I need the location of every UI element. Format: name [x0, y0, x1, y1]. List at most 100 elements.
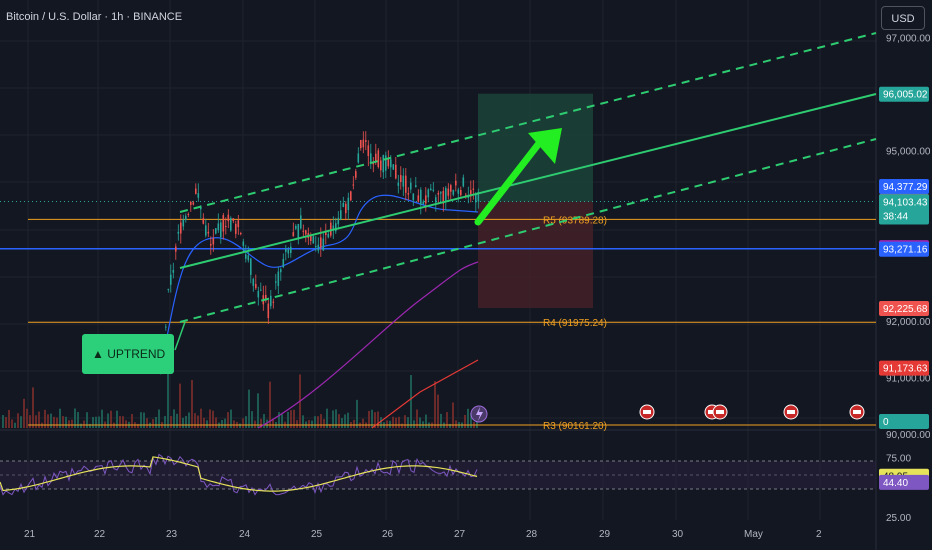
candle-body: [475, 194, 477, 203]
volume-bar: [389, 420, 391, 428]
candle-body: [397, 182, 400, 186]
candle-body: [235, 223, 237, 234]
candle-body: [197, 193, 200, 198]
price-axis-label-text: 94,377.29: [883, 182, 928, 193]
volume-bar: [380, 417, 382, 428]
volume-bar: [164, 416, 166, 428]
candle-body: [367, 145, 370, 157]
candle-body: [177, 231, 180, 234]
volume-bar: [50, 413, 52, 428]
volume-bar: [407, 417, 409, 428]
candle-body: [387, 158, 390, 167]
event-flag-stripe: [716, 410, 724, 414]
price-axis-label-text: 91,173.63: [883, 364, 928, 375]
candle-body: [460, 190, 462, 196]
candle-body: [225, 225, 227, 227]
candle-body: [222, 215, 225, 232]
volume-bar: [32, 387, 34, 428]
event-flag-stripe: [643, 410, 651, 414]
candle-body: [172, 270, 175, 273]
candle-body: [212, 237, 215, 245]
candle-body: [417, 195, 420, 202]
candle-body: [472, 188, 475, 190]
candle-body: [292, 232, 295, 237]
candle-body: [242, 241, 245, 246]
candle-body: [205, 225, 207, 236]
volume-bar: [8, 409, 10, 428]
volume-bar: [356, 399, 358, 428]
price-axis-label-text: 0: [883, 417, 889, 428]
x-axis-tick-label: 24: [239, 529, 251, 540]
candle-body: [220, 222, 222, 237]
candle-body: [415, 185, 417, 187]
volume-bar: [281, 414, 283, 428]
candle-body: [255, 283, 257, 289]
x-axis-tick-label: 23: [166, 529, 178, 540]
candle-body: [392, 164, 395, 170]
candle-body: [407, 193, 410, 195]
volume-bar: [215, 417, 217, 428]
candle-body: [297, 224, 300, 240]
volume-bar: [167, 371, 169, 428]
volume-bar: [65, 416, 67, 428]
volume-bar: [401, 423, 403, 428]
x-axis-tick-label: 30: [672, 529, 684, 540]
volume-bar: [125, 420, 127, 428]
volume-bar: [434, 381, 436, 428]
candle-body: [237, 220, 240, 228]
volume-bar: [323, 419, 325, 428]
x-axis-tick-label: 21: [24, 529, 36, 540]
volume-bar: [185, 415, 187, 428]
uptrend-annotation-text: ▲ UPTREND: [92, 347, 166, 361]
candle-body: [320, 237, 322, 248]
volume-bar: [47, 414, 49, 428]
trading-chart[interactable]: R5 (93789.28)R4 (91975.24)R3 (90161.20)▲…: [0, 0, 932, 550]
candle-body: [182, 219, 185, 227]
x-axis-tick-label: 29: [599, 529, 611, 540]
candle-body: [425, 195, 427, 204]
volume-bar: [347, 412, 349, 428]
candle-body: [445, 187, 447, 201]
candle-body: [402, 175, 405, 187]
candle-body: [215, 228, 217, 234]
volume-bar: [221, 419, 223, 428]
volume-bar: [143, 412, 145, 428]
rsi-value-label: 44.40: [883, 478, 908, 489]
candle-body: [267, 303, 270, 319]
candle-body: [462, 177, 465, 187]
candle-body: [440, 192, 442, 194]
y-axis-tick-label: 95,000.00: [886, 147, 931, 158]
currency-button[interactable]: USD: [881, 6, 925, 30]
pivot-label: R4 (91975.24): [543, 318, 607, 329]
candle-body: [355, 171, 357, 178]
candle-body: [382, 155, 385, 173]
candle-body: [400, 175, 402, 183]
candle-body: [210, 243, 212, 246]
candle-body: [447, 188, 450, 196]
volume-bar: [344, 414, 346, 428]
volume-bar: [2, 415, 4, 428]
candle-body: [287, 249, 290, 254]
volume-bar: [395, 417, 397, 428]
volume-bar: [419, 417, 421, 428]
volume-bar: [29, 415, 31, 428]
volume-bar: [398, 416, 400, 428]
volume-bar: [68, 420, 70, 428]
volume-bar: [311, 420, 313, 428]
volume-bar: [56, 417, 58, 428]
volume-bar: [233, 420, 235, 428]
candle-body: [352, 184, 355, 186]
volume-bar: [338, 414, 340, 428]
candle-body: [195, 188, 197, 194]
candle-body: [337, 217, 340, 225]
volume-bar: [23, 398, 25, 428]
volume-bar: [188, 412, 190, 428]
volume-bar: [227, 412, 229, 428]
candle-body: [275, 281, 277, 283]
candle-body: [217, 223, 220, 231]
candle-body: [300, 215, 302, 229]
volume-bar: [248, 389, 250, 428]
candle-body: [202, 218, 205, 224]
volume-bar: [119, 416, 121, 428]
volume-bar: [176, 413, 178, 428]
